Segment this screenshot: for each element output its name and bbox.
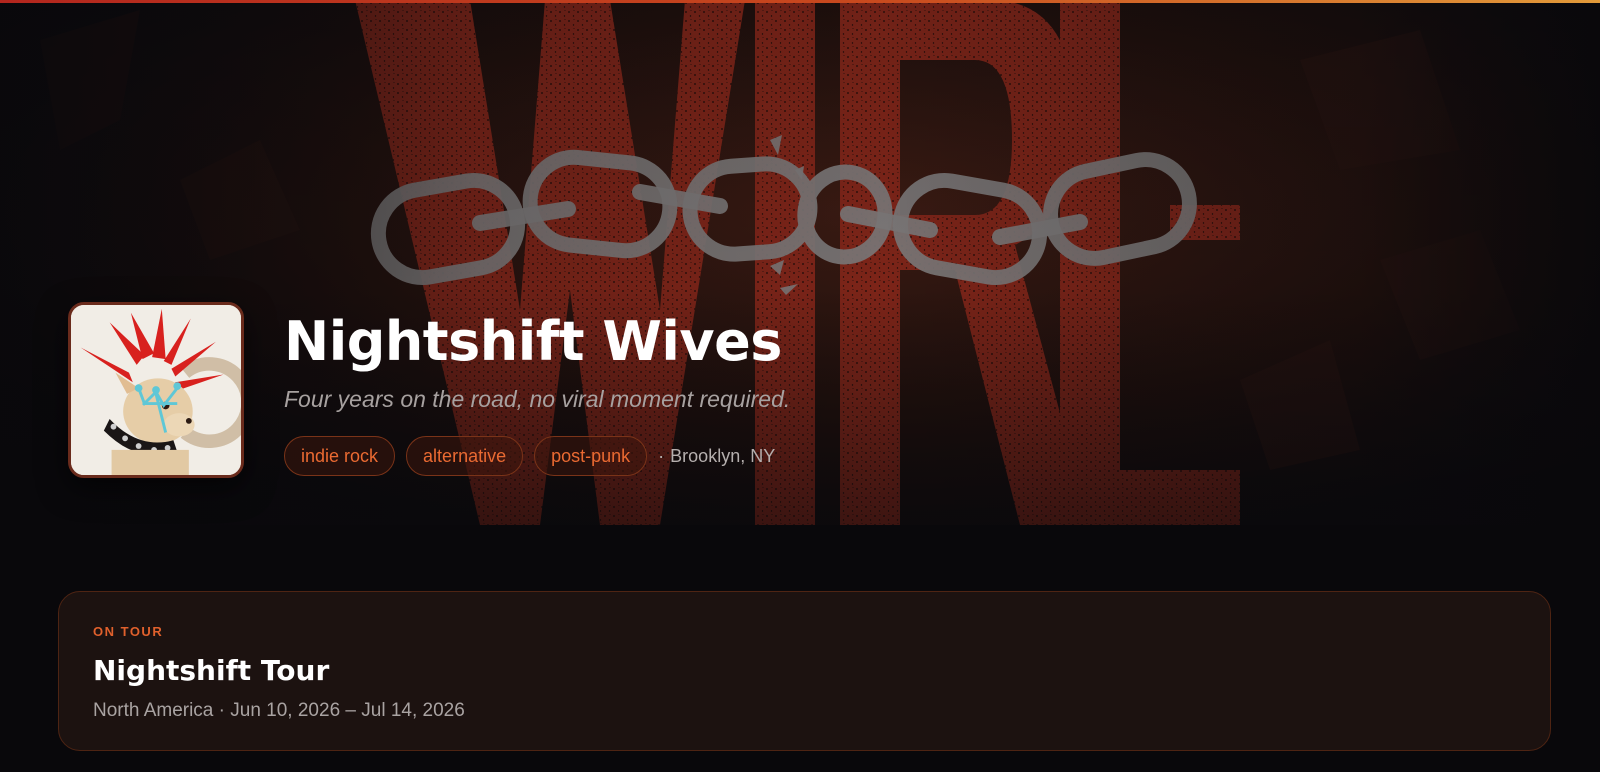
band-name-heading: Nightshift Wives (284, 310, 782, 373)
tour-title: Nightshift Tour (93, 654, 330, 687)
top-accent-bar (0, 0, 1600, 3)
genre-tag-indie-rock[interactable]: indie rock (284, 436, 396, 476)
artist-hero: Nightshift Wives Four years on the road,… (0, 0, 1600, 525)
tour-details: North America · Jun 10, 2026 – Jul 14, 2… (93, 700, 465, 721)
artist-avatar (68, 302, 244, 478)
tour-status-label: ON TOUR (93, 624, 164, 639)
genre-tags-row: indie rock alternative post-punk · Brook… (284, 436, 775, 476)
location-text: · Brooklyn, NY (658, 446, 775, 467)
location-value: Brooklyn, NY (670, 445, 776, 466)
tour-card[interactable]: ON TOUR Nightshift Tour North America · … (58, 591, 1551, 751)
location-separator: · (658, 445, 665, 466)
band-tagline: Four years on the road, no viral moment … (284, 386, 791, 412)
genre-tag-alternative[interactable]: alternative (406, 436, 524, 476)
punk-chihuahua-avatar-art (71, 305, 241, 475)
genre-tag-post-punk[interactable]: post-punk (534, 436, 648, 476)
